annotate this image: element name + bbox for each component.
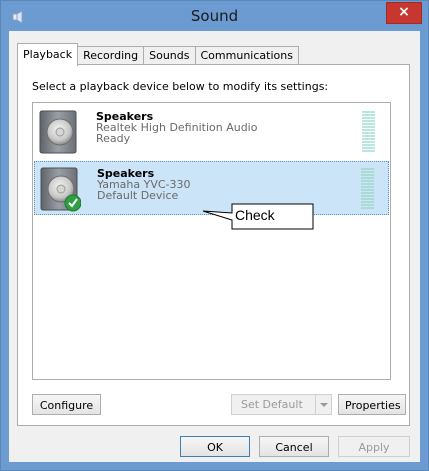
title-bar[interactable]: Sound × xyxy=(1,1,428,31)
set-default-label: Set Default xyxy=(241,398,303,411)
device-item-realtek[interactable]: Speakers Realtek High Definition Audio R… xyxy=(34,105,389,159)
default-check-icon xyxy=(64,194,81,212)
window-title: Sound xyxy=(190,7,239,25)
sound-dialog: Sound × Playback Recording Sounds Commun… xyxy=(0,0,429,471)
volume-meter xyxy=(361,168,374,210)
tab-sounds[interactable]: Sounds xyxy=(143,46,196,65)
configure-button[interactable]: Configure xyxy=(32,394,101,415)
volume-meter xyxy=(362,111,375,153)
device-status: Default Device xyxy=(97,189,179,202)
ok-button[interactable]: OK xyxy=(180,436,250,457)
tab-playback[interactable]: Playback xyxy=(17,43,79,66)
tab-communications[interactable]: Communications xyxy=(194,46,299,65)
apply-button[interactable]: Apply xyxy=(338,436,410,457)
device-list[interactable]: Speakers Realtek High Definition Audio R… xyxy=(32,102,391,380)
speaker-icon xyxy=(39,110,77,154)
cancel-button[interactable]: Cancel xyxy=(259,436,329,457)
playback-panel: Select a playback device below to modify… xyxy=(17,64,410,426)
callout-text: Check xyxy=(235,207,275,223)
speaker-icon xyxy=(40,167,81,212)
tab-recording[interactable]: Recording xyxy=(77,46,145,65)
properties-button[interactable]: Properties xyxy=(338,394,406,415)
close-icon: × xyxy=(398,4,410,20)
instruction-text: Select a playback device below to modify… xyxy=(32,80,329,93)
close-button[interactable]: × xyxy=(386,2,422,24)
dropdown-arrow-icon[interactable] xyxy=(315,395,331,414)
tab-strip: Playback Recording Sounds Communications xyxy=(17,43,299,66)
device-status: Ready xyxy=(96,132,131,145)
dialog-client-area: Playback Recording Sounds Communications… xyxy=(9,31,420,462)
set-default-split-button[interactable]: Set Default xyxy=(231,394,332,415)
